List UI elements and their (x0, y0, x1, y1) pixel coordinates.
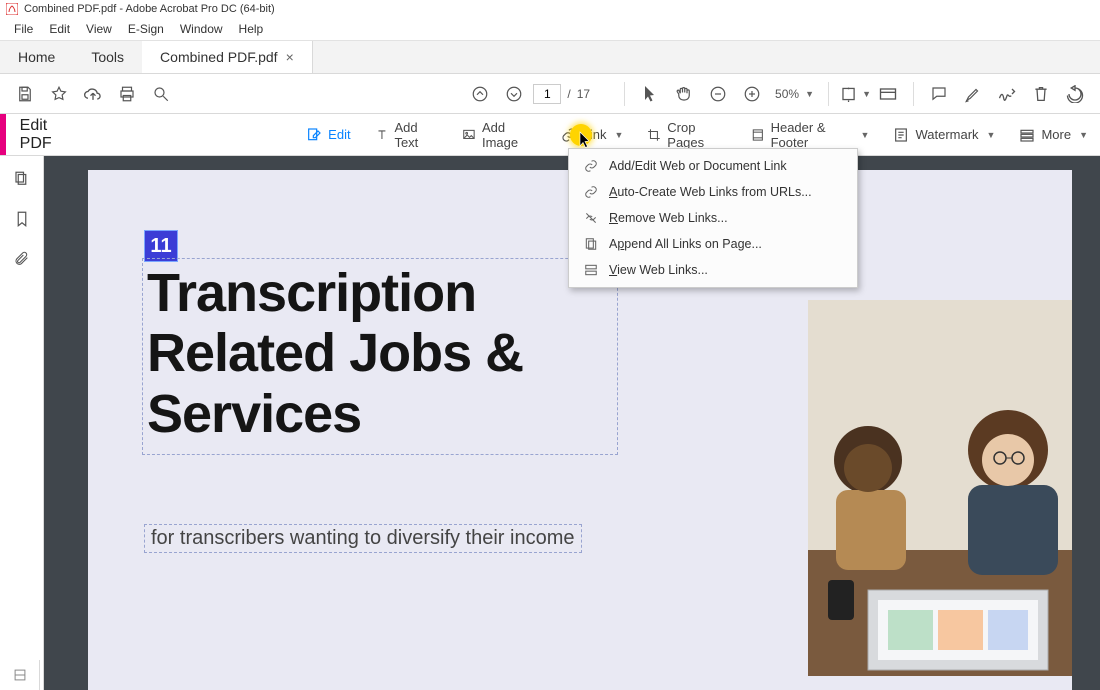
page-total: 17 (577, 87, 590, 101)
toolbar-separator (828, 82, 829, 106)
watermark-button[interactable]: Watermark ▼ (881, 121, 1007, 149)
cloud-upload-icon[interactable] (78, 79, 108, 109)
link-icon (583, 158, 599, 174)
window-title: Combined PDF.pdf - Adobe Acrobat Pro DC … (24, 3, 275, 15)
add-text-button[interactable]: Add Text (363, 114, 451, 156)
highlight-icon[interactable] (958, 79, 988, 109)
tab-tools[interactable]: Tools (73, 41, 142, 73)
left-rail (0, 156, 44, 690)
view-links-icon (583, 262, 599, 278)
add-image-button[interactable]: Add Image (450, 114, 549, 156)
chevron-down-icon: ▼ (1079, 130, 1088, 140)
menu-edit[interactable]: Edit (41, 20, 78, 38)
chevron-down-icon: ▼ (861, 130, 870, 140)
menu-view[interactable]: View (78, 20, 120, 38)
link-menu-remove[interactable]: Remove Web Links... Remove Web Links... (569, 205, 857, 231)
tab-close-button[interactable]: × (286, 49, 294, 65)
trash-icon[interactable] (1026, 79, 1056, 109)
menu-help[interactable]: Help (231, 20, 272, 38)
page-number-input[interactable] (533, 84, 561, 104)
fit-width-icon[interactable]: ▼ (839, 79, 869, 109)
zoom-select[interactable]: 50%▼ (771, 85, 818, 103)
bottom-panel-toggle[interactable] (0, 660, 40, 690)
link-menu-add-edit[interactable]: Add/Edit Web or Document Link (569, 153, 857, 179)
edit-button[interactable]: Edit (294, 121, 362, 149)
document-image (808, 300, 1072, 676)
menu-esign[interactable]: E-Sign (120, 20, 172, 38)
menu-bar: File Edit View E-Sign Window Help (0, 18, 1100, 40)
link-menu-auto-create[interactable]: AAuto-Create Web Links from URLs...uto-C… (569, 179, 857, 205)
tab-document[interactable]: Combined PDF.pdf × (142, 41, 313, 73)
print-icon[interactable] (112, 79, 142, 109)
workspace: 11 Transcription Related Jobs & Services… (0, 156, 1100, 690)
thumbnails-panel-icon[interactable] (13, 170, 31, 188)
edit-pdf-toolbar: Edit PDF Edit Add Text Add Image Link ▼ … (0, 114, 1100, 156)
main-toolbar: / 17 50%▼ ▼ (0, 74, 1100, 114)
edit-pdf-title: Edit PDF (6, 117, 95, 153)
link-icon (583, 184, 599, 200)
menu-window[interactable]: Window (172, 20, 231, 38)
link-menu-append[interactable]: Append All Links on Page... Append All L… (569, 231, 857, 257)
page-separator: / (565, 87, 572, 101)
attachments-panel-icon[interactable] (14, 250, 30, 268)
pointer-tool-icon[interactable] (635, 79, 665, 109)
comment-icon[interactable] (924, 79, 954, 109)
zoom-in-icon[interactable] (737, 79, 767, 109)
link-dropdown-menu: Add/Edit Web or Document Link AAuto-Crea… (568, 148, 858, 288)
chevron-down-icon: ▼ (805, 89, 814, 99)
find-icon[interactable] (146, 79, 176, 109)
link-menu-view[interactable]: View Web Links... View Web Links... (569, 257, 857, 283)
tab-row: Home Tools Combined PDF.pdf × (0, 40, 1100, 74)
redo-icon[interactable] (1060, 79, 1090, 109)
more-button[interactable]: More ▼ (1007, 121, 1100, 149)
toolbar-separator (913, 82, 914, 106)
tab-home[interactable]: Home (0, 41, 73, 73)
title-bar: Combined PDF.pdf - Adobe Acrobat Pro DC … (0, 0, 1100, 18)
acrobat-app-icon (6, 3, 18, 15)
subheading-text-block[interactable]: for transcribers wanting to diversify th… (144, 524, 582, 553)
page-display-icon[interactable] (873, 79, 903, 109)
unlink-icon (583, 210, 599, 226)
chevron-down-icon: ▼ (614, 130, 623, 140)
page-down-icon[interactable] (499, 79, 529, 109)
page-up-icon[interactable] (465, 79, 495, 109)
page-append-icon (583, 236, 599, 252)
toolbar-separator (624, 82, 625, 106)
heading-text-block[interactable]: Transcription Related Jobs & Services (142, 258, 618, 455)
chevron-down-icon: ▼ (987, 130, 996, 140)
menu-file[interactable]: File (6, 20, 41, 38)
link-button[interactable]: Link ▼ (549, 121, 636, 149)
zoom-out-icon[interactable] (703, 79, 733, 109)
hand-tool-icon[interactable] (669, 79, 699, 109)
bookmarks-panel-icon[interactable] (14, 210, 30, 228)
sign-icon[interactable] (992, 79, 1022, 109)
star-icon[interactable] (44, 79, 74, 109)
save-icon[interactable] (10, 79, 40, 109)
